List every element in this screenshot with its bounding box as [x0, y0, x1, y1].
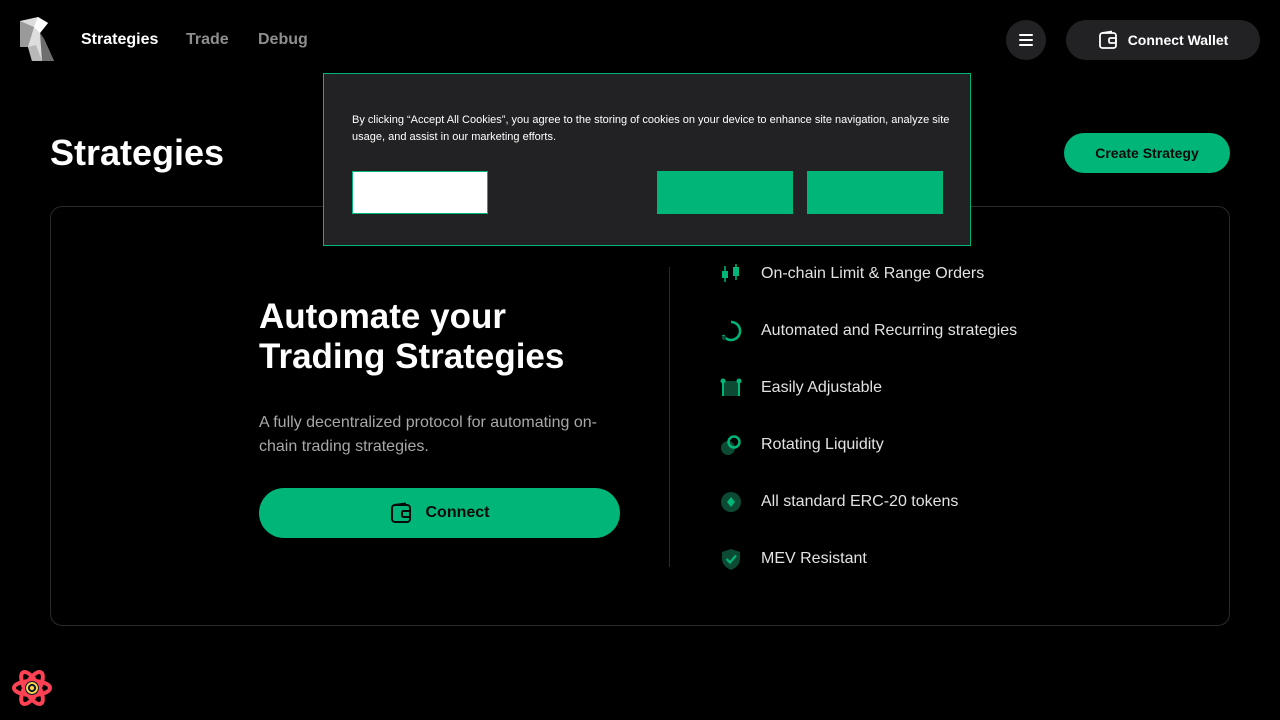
connect-button[interactable]: Connect: [259, 488, 620, 538]
candlestick-icon: [719, 262, 743, 286]
feature-label: Rotating Liquidity: [761, 436, 884, 453]
nav-debug[interactable]: Debug: [258, 31, 308, 49]
onboarding-card: [50, 206, 1230, 626]
hero-title: Automate your Trading Strategies: [259, 297, 639, 377]
feature-item: MEV Resistant: [719, 546, 867, 572]
wallet-icon: [390, 502, 411, 523]
connect-wallet-button[interactable]: Connect Wallet: [1066, 20, 1260, 60]
rotate-liquidity-icon: [719, 433, 743, 457]
vertical-divider: [669, 267, 670, 567]
carbon-logo-icon[interactable]: [18, 17, 56, 63]
nav-trade[interactable]: Trade: [186, 31, 229, 49]
menu-button[interactable]: [1006, 20, 1046, 60]
feature-label: Automated and Recurring strategies: [761, 322, 1018, 339]
feature-item: On-chain Limit & Range Orders: [719, 261, 984, 287]
feature-label: All standard ERC-20 tokens: [761, 493, 959, 510]
nav-strategies[interactable]: Strategies: [81, 31, 158, 49]
wallet-icon: [1098, 30, 1117, 49]
cookie-settings-button[interactable]: [352, 171, 488, 214]
cookie-consent-banner: By clicking “Accept All Cookies”, you ag…: [323, 73, 971, 246]
hero-title-line1: Automate your: [259, 297, 506, 336]
feature-label: Easily Adjustable: [761, 379, 882, 396]
hamburger-menu-icon: [1019, 34, 1033, 46]
feature-item: Easily Adjustable: [719, 375, 882, 401]
react-query-devtools-icon[interactable]: [12, 668, 52, 708]
shield-check-icon: [719, 547, 743, 571]
cookie-accept-all-button[interactable]: [807, 171, 943, 214]
page-title: Strategies: [50, 132, 225, 173]
adjust-icon: [719, 376, 743, 400]
connect-wallet-label: Connect Wallet: [1127, 32, 1229, 48]
hero-title-line2: Trading Strategies: [259, 337, 565, 376]
feature-item: All standard ERC-20 tokens: [719, 489, 958, 515]
feature-item: Rotating Liquidity: [719, 432, 884, 458]
connect-button-label: Connect: [425, 504, 490, 521]
feature-label: MEV Resistant: [761, 550, 867, 567]
feature-label: On-chain Limit & Range Orders: [761, 265, 985, 282]
top-header: Strategies Trade Debug Connect Wallet: [0, 0, 1280, 80]
feature-item: Automated and Recurring strategies: [719, 318, 1017, 344]
create-strategy-button[interactable]: Create Strategy: [1064, 133, 1230, 173]
token-icon: [719, 490, 743, 514]
cookie-consent-text: By clicking “Accept All Cookies”, you ag…: [352, 114, 950, 143]
recurring-icon: [719, 319, 743, 343]
cookie-reject-button[interactable]: [657, 171, 793, 214]
hero-description: A fully decentralized protocol for autom…: [259, 414, 597, 455]
